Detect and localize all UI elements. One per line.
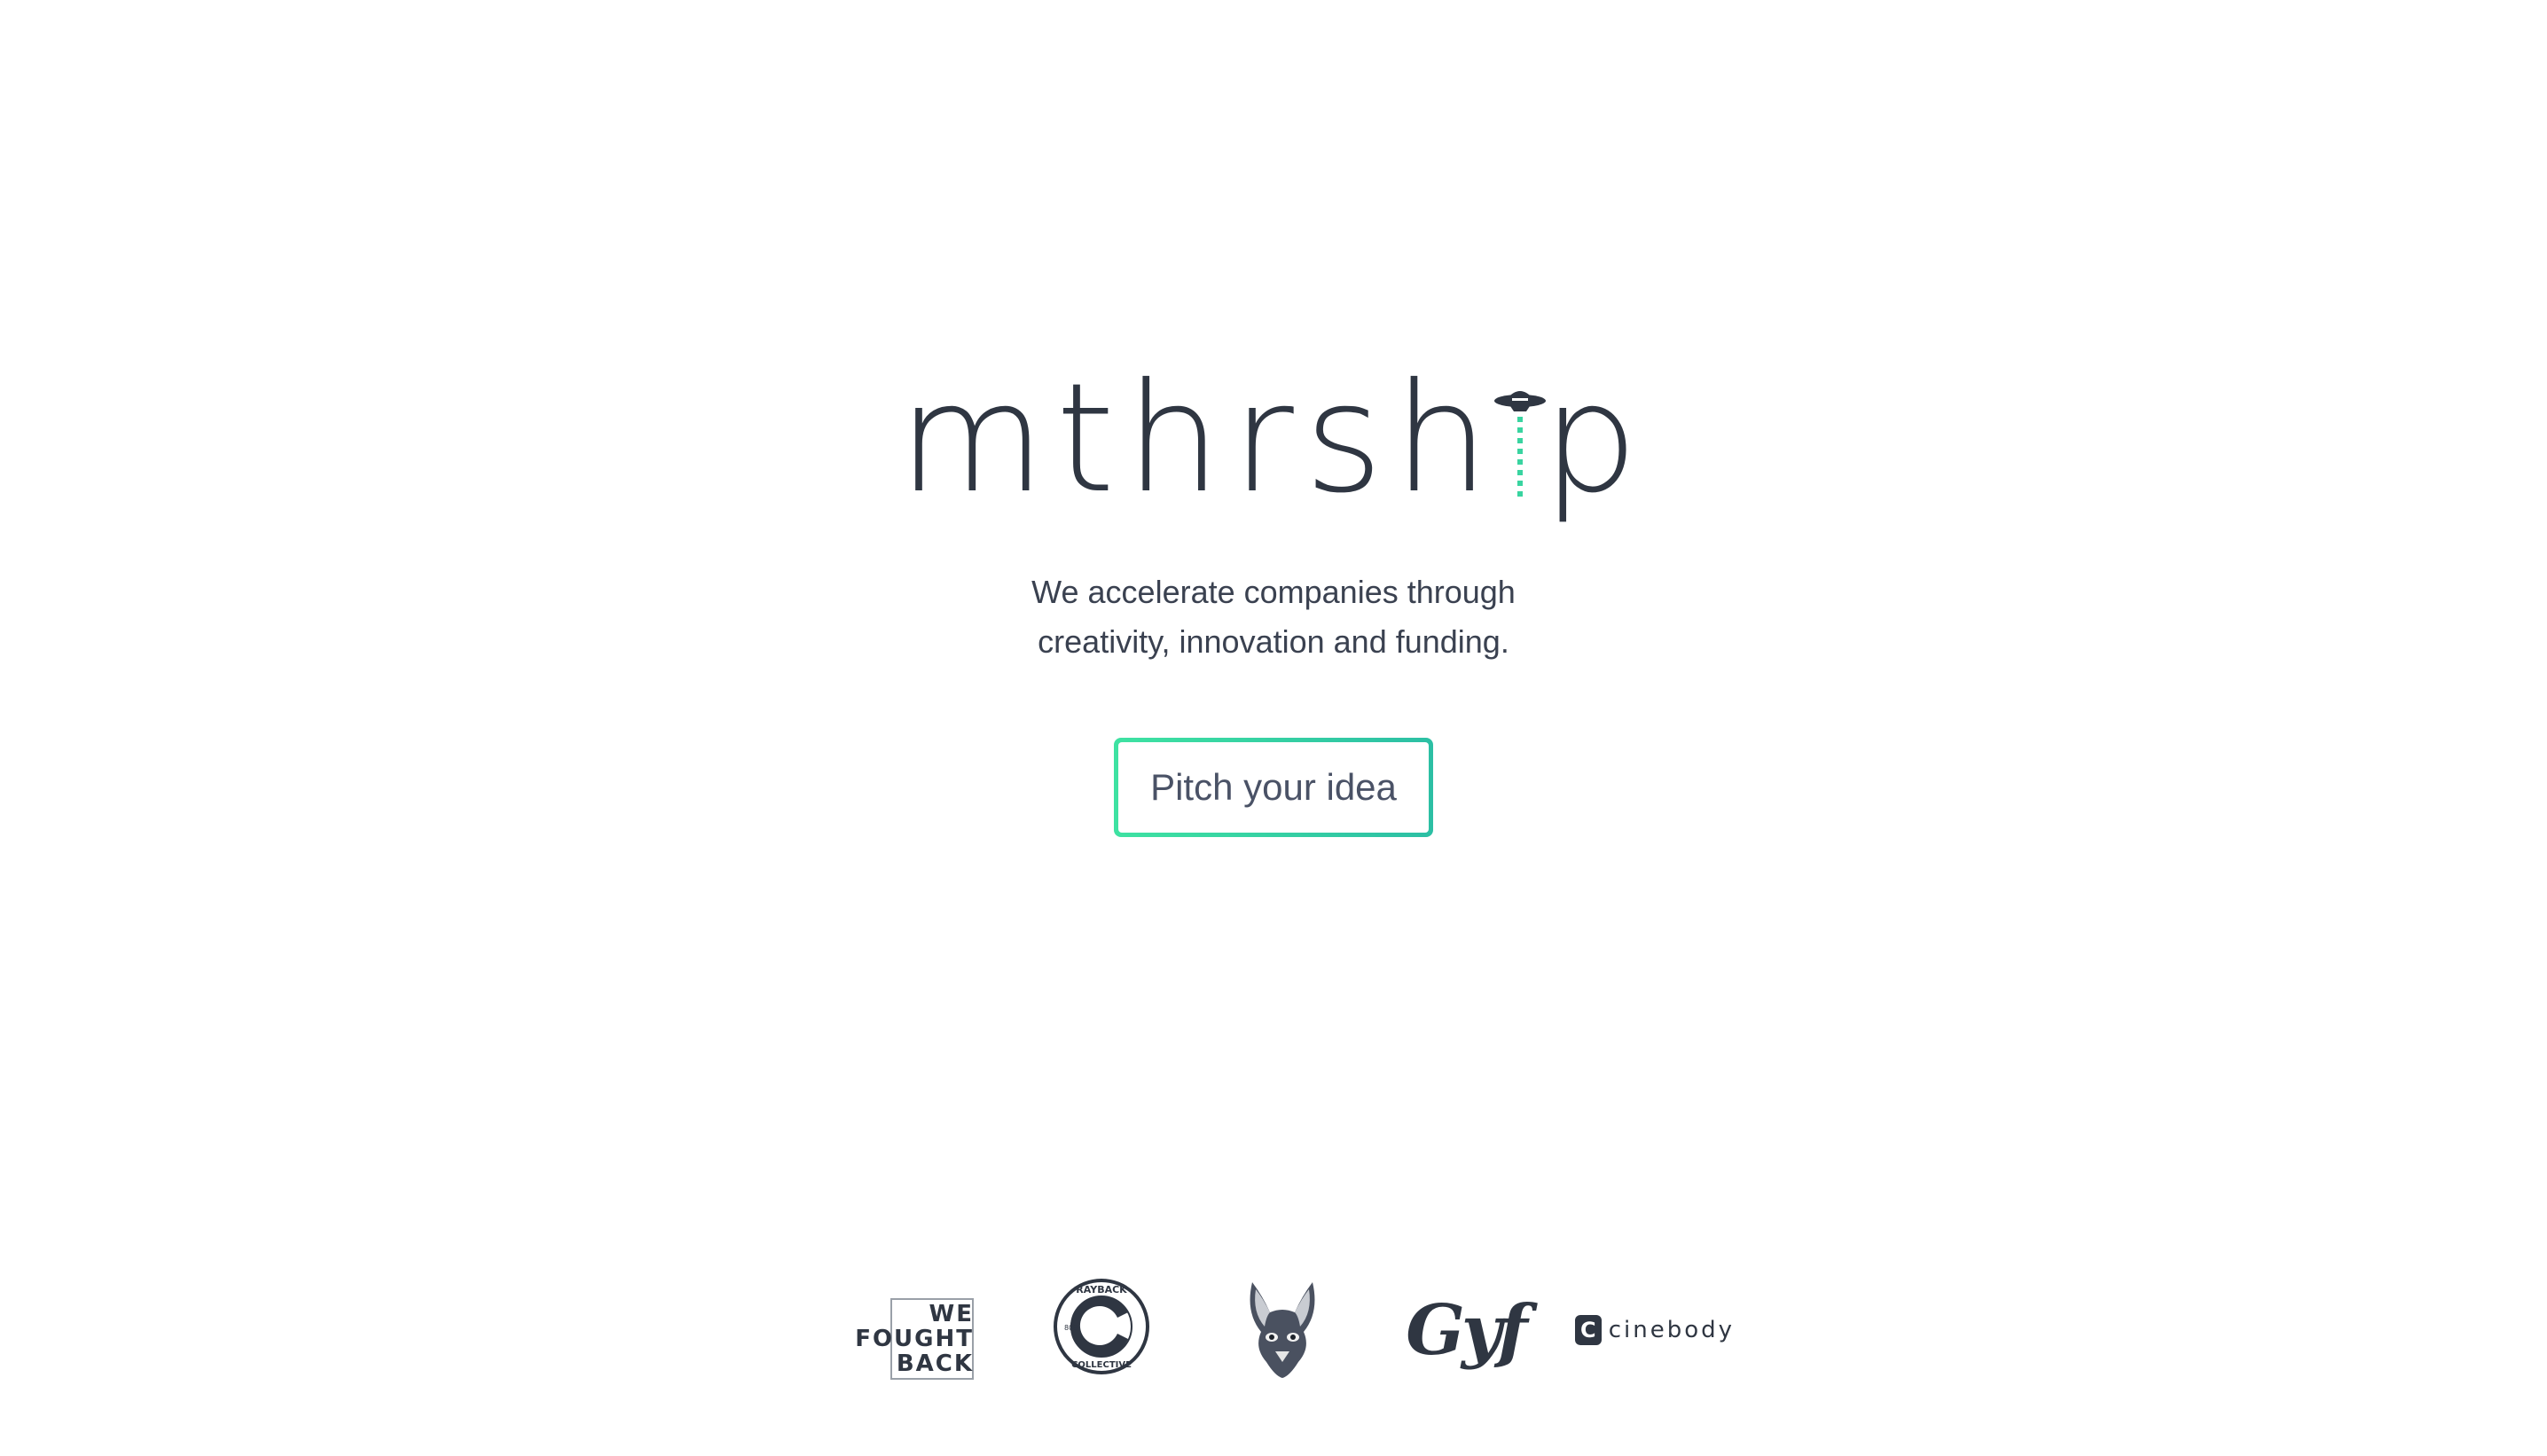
we-fought-back-logo[interactable]: WE FOUGHT BACK: [855, 1295, 976, 1380]
tractor-beam: [1517, 417, 1524, 498]
cinebody-icon: C: [1575, 1315, 1602, 1345]
logo-wordmark-left: mthrsh: [897, 351, 1501, 527]
hero-section: mthrsh p We accelerate companies through…: [0, 355, 2547, 837]
tagline-line-2: creativity, innovation and funding.: [1038, 623, 1509, 660]
ufo-icon: [1494, 391, 1547, 411]
wfb-word-2: FOUGHT: [855, 1326, 974, 1352]
svg-text:808: 808: [1064, 1324, 1078, 1332]
pitch-idea-button-label: Pitch your idea: [1118, 742, 1429, 833]
tagline: We accelerate companies through creativi…: [1031, 568, 1516, 667]
gyf-wordmark: Gyf: [1406, 1289, 1527, 1371]
rayback-collective-logo[interactable]: RAYBACK COLLECTIVE 808: [1052, 1277, 1151, 1376]
cinebody-logo[interactable]: C cinebody: [1575, 1309, 1735, 1351]
wfb-word-3: BACK: [896, 1350, 974, 1377]
cinebody-wordmark: cinebody: [1608, 1317, 1735, 1343]
pitch-idea-button[interactable]: Pitch your idea: [1114, 738, 1433, 837]
logo-wordmark-right: p: [1542, 351, 1650, 527]
tagline-line-1: We accelerate companies through: [1031, 574, 1516, 610]
bat-head-icon: [1250, 1282, 1315, 1378]
wfb-wordmark: WE FOUGHT BACK: [855, 1302, 974, 1376]
svg-text:RAYBACK: RAYBACK: [1076, 1284, 1127, 1296]
mthrship-logo[interactable]: mthrsh p: [898, 355, 1649, 514]
partner-logos: WE FOUGHT BACK RAYBACK COLLECTIVE 808 Gy…: [0, 1277, 2547, 1383]
bat-head-logo[interactable]: [1240, 1277, 1325, 1380]
gyf-logo[interactable]: Gyf: [1406, 1288, 1527, 1373]
rayback-emblem-icon: RAYBACK COLLECTIVE 808: [1054, 1279, 1149, 1374]
svg-text:COLLECTIVE: COLLECTIVE: [1071, 1360, 1132, 1370]
wfb-word-1: WE: [929, 1301, 974, 1327]
ufo-i-glyph: [1494, 355, 1547, 514]
